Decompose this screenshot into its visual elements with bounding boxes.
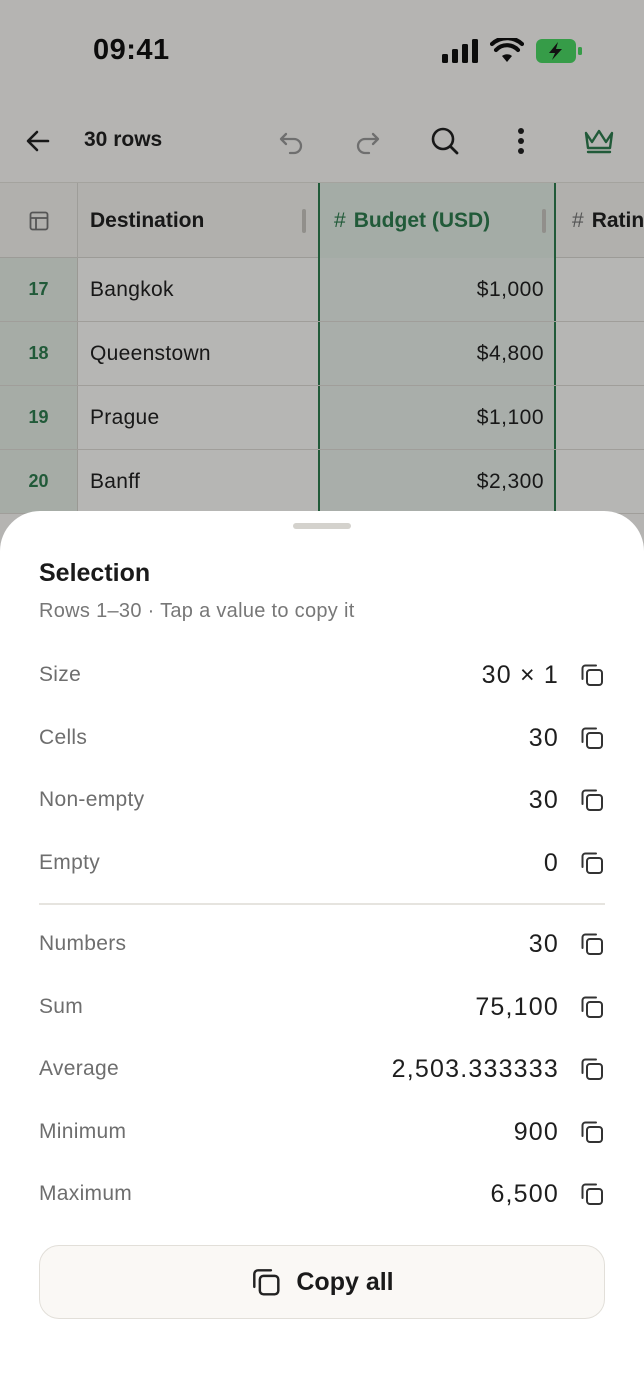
stat-label: Sum — [39, 995, 84, 1018]
copy-icon[interactable] — [579, 931, 605, 957]
selection-sheet: Selection Rows 1–30 · Tap a value to cop… — [0, 511, 644, 1400]
stat-label: Cells — [39, 726, 88, 749]
stat-value[interactable]: 2,503.333333 — [392, 1055, 559, 1084]
stat-row-empty[interactable]: Empty 0 — [39, 832, 605, 894]
stat-value[interactable]: 30 × 1 — [482, 661, 559, 690]
copy-icon[interactable] — [579, 1181, 605, 1207]
stat-row-non-empty[interactable]: Non-empty 30 — [39, 769, 605, 831]
stat-label: Average — [39, 1057, 119, 1080]
sheet-title: Selection — [39, 559, 151, 587]
section-divider — [39, 903, 605, 905]
stat-row-average[interactable]: Average 2,503.333333 — [39, 1038, 605, 1100]
stat-label: Maximum — [39, 1182, 133, 1205]
stat-row-maximum[interactable]: Maximum 6,500 — [39, 1163, 605, 1225]
stat-row-minimum[interactable]: Minimum 900 — [39, 1101, 605, 1163]
sheet-subtitle: Rows 1–30 · Tap a value to copy it — [39, 600, 355, 622]
stat-value[interactable]: 900 — [514, 1118, 559, 1147]
copy-icon[interactable] — [579, 662, 605, 688]
copy-all-button[interactable]: Copy all — [39, 1245, 605, 1319]
copy-icon — [253, 1269, 280, 1296]
copy-icon[interactable] — [579, 850, 605, 876]
sheet-drag-handle[interactable] — [293, 523, 351, 529]
stat-value[interactable]: 75,100 — [475, 993, 559, 1022]
stat-label: Size — [39, 663, 82, 686]
stat-label: Empty — [39, 851, 101, 874]
copy-icon[interactable] — [579, 725, 605, 751]
stat-row-cells[interactable]: Cells 30 — [39, 707, 605, 769]
stat-row-size[interactable]: Size 30 × 1 — [39, 644, 605, 706]
stat-label: Non-empty — [39, 788, 145, 811]
stat-label: Minimum — [39, 1120, 127, 1143]
stat-row-sum[interactable]: Sum 75,100 — [39, 976, 605, 1038]
stat-value[interactable]: 30 — [529, 724, 559, 753]
stat-label: Numbers — [39, 932, 127, 955]
copy-all-label: Copy all — [296, 1267, 394, 1296]
stat-value[interactable]: 30 — [529, 786, 559, 815]
stat-row-numbers[interactable]: Numbers 30 — [39, 913, 605, 975]
stat-value[interactable]: 0 — [544, 849, 559, 878]
stat-value[interactable]: 6,500 — [490, 1180, 559, 1209]
copy-icon[interactable] — [579, 1119, 605, 1145]
stat-value[interactable]: 30 — [529, 930, 559, 959]
copy-icon[interactable] — [579, 787, 605, 813]
copy-icon[interactable] — [579, 994, 605, 1020]
copy-icon[interactable] — [579, 1056, 605, 1082]
